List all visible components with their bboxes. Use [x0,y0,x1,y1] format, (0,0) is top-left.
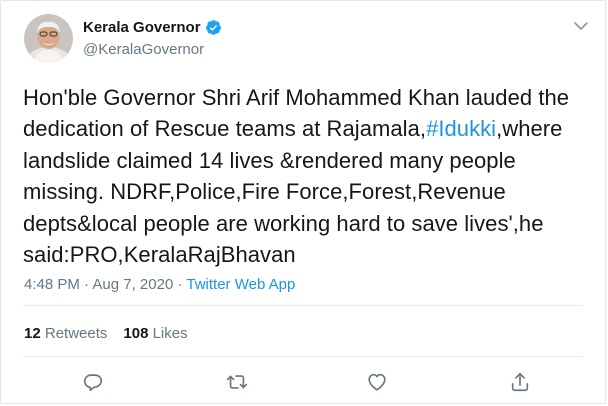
reply-button[interactable] [82,371,104,393]
retweet-button[interactable] [226,371,248,393]
divider [23,356,583,357]
tweet-text: Hon'ble Governor Shri Arif Mohammed Khan… [23,82,598,270]
tweet-line: missing. NDRF,Police,Fire Force,Forest,R… [23,176,598,207]
display-name-text: Kerala Governor [83,19,201,36]
retweets-count: 12 [24,325,41,342]
avatar-image [24,14,73,63]
tweet-stats: 12 Retweets 108 Likes [24,325,188,342]
tweet-card: Kerala Governor @KeralaGovernor Hon'ble … [0,0,606,404]
tweet-text-segment: said:PRO,KeralaRajBhavan [23,242,296,268]
tweet-text-segment: landslide claimed 14 lives &rendered man… [23,147,516,173]
tweet-text-segment: ,where [496,116,563,142]
retweets-stat[interactable]: 12 Retweets [24,325,107,342]
retweet-icon [226,375,248,389]
verified-badge-icon [205,20,221,35]
tweet-line: said:PRO,KeralaRajBhavan [23,239,598,270]
share-button[interactable] [509,371,531,393]
tweet-line: landslide claimed 14 lives &rendered man… [23,145,598,176]
tweet-meta: 4:48 PM · Aug 7, 2020 · Twitter Web App [24,276,295,293]
tweet-text-segment: missing. NDRF,Police,Fire Force,Forest,R… [23,179,506,205]
tweet-text-segment: Hon'ble Governor Shri Arif Mohammed Khan… [23,85,570,110]
tweet-text-segment: dedication of Rescue teams at Rajamala, [23,116,427,142]
tweet-text-segment: depts&local people are working hard to s… [23,210,544,236]
tweet-line: depts&local people are working hard to s… [23,208,598,239]
likes-label: Likes [152,325,188,342]
meta-separator: · [177,276,183,293]
like-button[interactable] [366,371,388,393]
tweet-line: dedication of Rescue teams at Rajamala,#… [23,113,598,144]
likes-stat[interactable]: 108 Likes [123,325,187,342]
user-handle[interactable]: @KeralaGovernor [83,41,204,58]
tweet-line: Hon'ble Governor Shri Arif Mohammed Khan… [23,82,598,113]
retweets-label: Retweets [44,325,108,342]
likes-count: 108 [123,325,149,342]
chevron-down-icon[interactable] [572,17,590,35]
avatar[interactable] [24,14,73,63]
display-name[interactable]: Kerala Governor [83,19,222,36]
divider [23,305,583,306]
hashtag-link[interactable]: #Idukki [426,116,496,141]
tweet-time[interactable]: 4:48 PM [24,276,80,293]
share-icon [511,372,529,392]
tweet-source-link[interactable]: Twitter Web App [186,276,295,293]
reply-icon [83,374,103,391]
meta-separator: · [84,276,90,293]
tweet-date[interactable]: Aug 7, 2020 [92,276,173,293]
heart-icon [368,373,386,391]
